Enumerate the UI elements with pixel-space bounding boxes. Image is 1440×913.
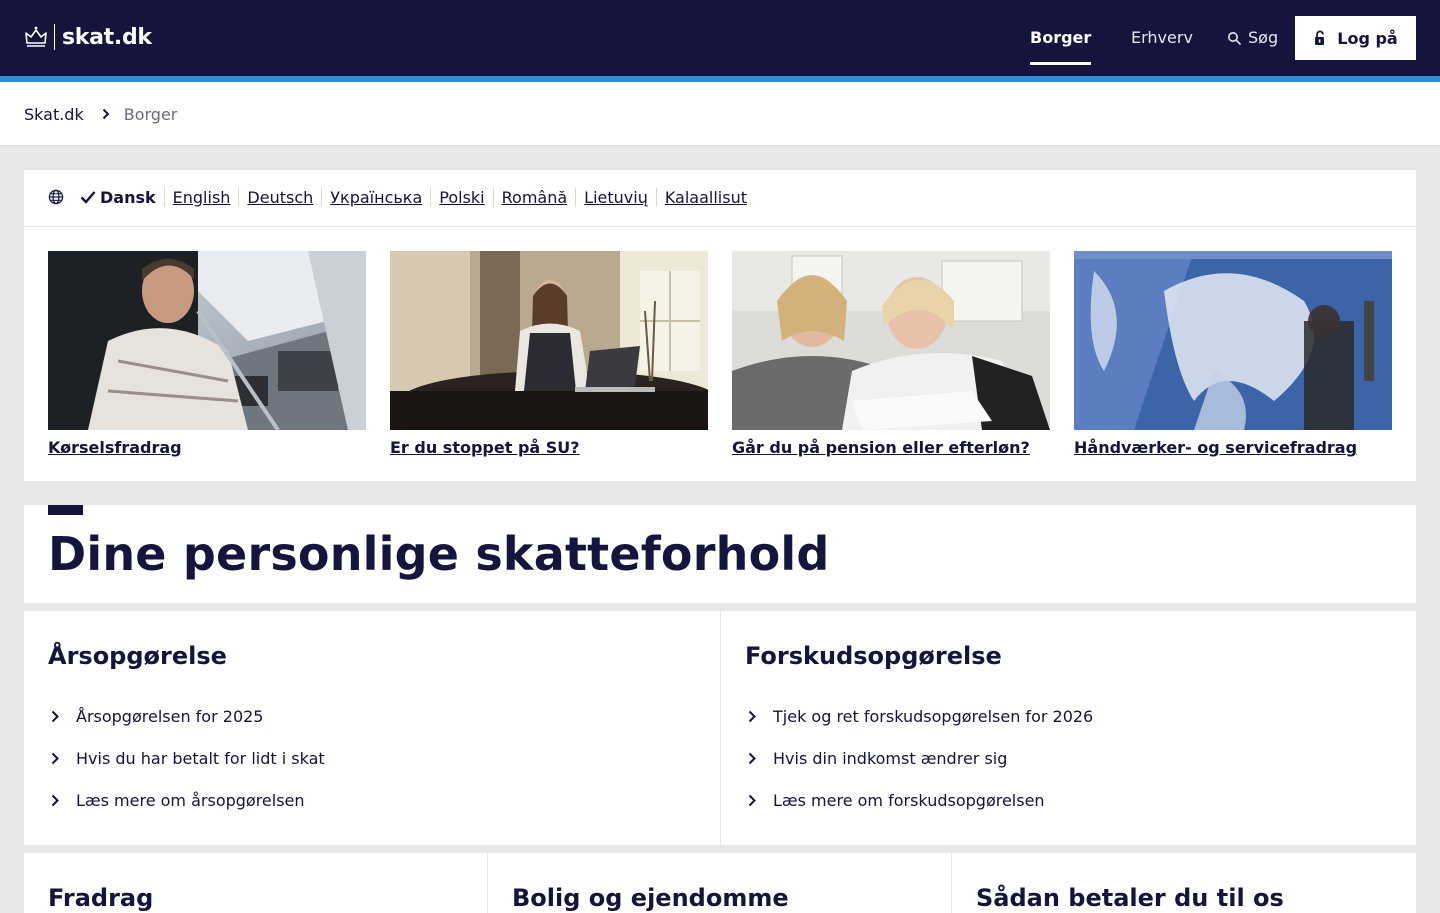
box-arsopgorelse: Årsopgørelse Årsopgørelsen for 2025 Hvis… (24, 611, 720, 845)
card-title[interactable]: Er du stoppet på SU? (390, 438, 708, 458)
card-image-pension (732, 251, 1050, 430)
section-header: Dine personlige skatteforhold (24, 505, 1416, 603)
check-icon (80, 191, 96, 204)
nav-search-label: Søg (1248, 28, 1279, 47)
box-title: Årsopgørelse (48, 642, 227, 670)
link-tjek-forskudsopgorelsen[interactable]: Tjek og ret forskudsopgørelsen for 2026 (745, 695, 1093, 737)
card-title[interactable]: Går du på pension eller efterløn? (732, 438, 1050, 458)
link-list: Tjek og ret forskudsopgørelsen for 2026 … (745, 695, 1093, 821)
box-title: Forskudsopgørelse (745, 642, 1002, 670)
language-dansk: Dansk (80, 187, 165, 207)
link-laes-mere-forskudsopgorelsen[interactable]: Læs mere om forskudsopgørelsen (745, 779, 1093, 821)
breadcrumb-current: Borger (123, 104, 178, 124)
card-title[interactable]: Håndværker- og servicefradrag (1074, 438, 1392, 458)
nav-active-indicator (1030, 62, 1091, 65)
nav-search[interactable]: Søg (1227, 27, 1278, 49)
language-romana[interactable]: Română (494, 187, 577, 207)
lock-icon (1315, 30, 1325, 45)
card-image-student (390, 251, 708, 430)
chevron-right-icon (748, 794, 756, 806)
link-label: Læs mere om årsopgørelsen (76, 790, 305, 810)
box-forskudsopgorelse: Forskudsopgørelse Tjek og ret forskudsop… (721, 611, 1416, 845)
login-button-label: Log på (1337, 28, 1398, 48)
link-label: Årsopgørelsen for 2025 (76, 706, 264, 726)
card-image-window-cleaning (1074, 251, 1392, 430)
language-switcher: Dansk English Deutsch Українська Polski … (48, 185, 755, 209)
box-bolig: Bolig og ejendomme (488, 853, 951, 913)
chevron-right-icon (51, 710, 59, 722)
link-label: Læs mere om forskudsopgørelsen (773, 790, 1045, 810)
nav-erhverv[interactable]: Erhverv (1131, 27, 1193, 49)
globe-icon (48, 189, 64, 205)
link-arsopgorelsen-2025[interactable]: Årsopgørelsen for 2025 (48, 695, 325, 737)
search-icon (1228, 32, 1241, 45)
link-label: Tjek og ret forskudsopgørelsen for 2026 (773, 706, 1094, 726)
box-title: Bolig og ejendomme (512, 884, 789, 912)
login-button[interactable]: Log på (1295, 16, 1416, 60)
featured-panel: Dansk English Deutsch Українська Polski … (24, 170, 1416, 481)
card-image-driver (48, 251, 366, 430)
breadcrumb-home[interactable]: Skat.dk (24, 105, 84, 124)
box-title: Sådan betaler du til os (976, 884, 1284, 912)
box-title: Fradrag (48, 884, 154, 912)
crown-icon (25, 26, 47, 47)
card-stoppet-su[interactable]: Er du stoppet på SU? (390, 251, 708, 458)
language-ukrainian[interactable]: Українська (322, 187, 432, 207)
link-betalt-for-lidt[interactable]: Hvis du har betalt for lidt i skat (48, 737, 325, 779)
link-indkomst-aendrer-sig[interactable]: Hvis din indkomst ændrer sig (745, 737, 1093, 779)
heading-accent-bar (48, 505, 83, 515)
language-english[interactable]: English (165, 187, 240, 207)
link-list: Årsopgørelsen for 2025 Hvis du har betal… (48, 695, 325, 821)
link-laes-mere-arsopgorelsen[interactable]: Læs mere om årsopgørelsen (48, 779, 325, 821)
breadcrumb-bar: Skat.dk Borger (0, 82, 1440, 146)
language-lietuviu[interactable]: Lietuvių (576, 187, 657, 207)
section-title: Dine personlige skatteforhold (48, 527, 830, 581)
chevron-right-icon (51, 794, 59, 806)
chevron-right-icon (748, 710, 756, 722)
card-korselsfradrag[interactable]: Kørselsfradrag (48, 251, 366, 458)
chevron-right-icon (51, 752, 59, 764)
language-polski[interactable]: Polski (431, 187, 494, 207)
nav-borger[interactable]: Borger (1030, 27, 1091, 49)
logo-divider (54, 24, 55, 50)
link-label: Hvis du har betalt for lidt i skat (76, 748, 325, 768)
language-kalaallisut[interactable]: Kalaallisut (657, 188, 755, 207)
card-pension[interactable]: Går du på pension eller efterløn? (732, 251, 1050, 458)
box-fradrag: Fradrag (24, 853, 487, 913)
chevron-right-icon (102, 108, 110, 120)
site-logo[interactable]: skat.dk (24, 22, 152, 52)
breadcrumb: Skat.dk Borger (24, 104, 177, 124)
language-deutsch[interactable]: Deutsch (239, 187, 323, 207)
box-betal: Sådan betaler du til os (952, 853, 1416, 913)
language-dansk-label: Dansk (100, 187, 156, 207)
site-header: skat.dk Borger Erhverv Søg Log på (0, 0, 1440, 76)
link-label: Hvis din indkomst ændrer sig (773, 748, 1008, 768)
card-title[interactable]: Kørselsfradrag (48, 438, 366, 458)
panel-divider (24, 226, 1416, 227)
chevron-right-icon (748, 752, 756, 764)
logo-text: skat.dk (62, 24, 152, 50)
card-handvaerker[interactable]: Håndværker- og servicefradrag (1074, 251, 1392, 458)
